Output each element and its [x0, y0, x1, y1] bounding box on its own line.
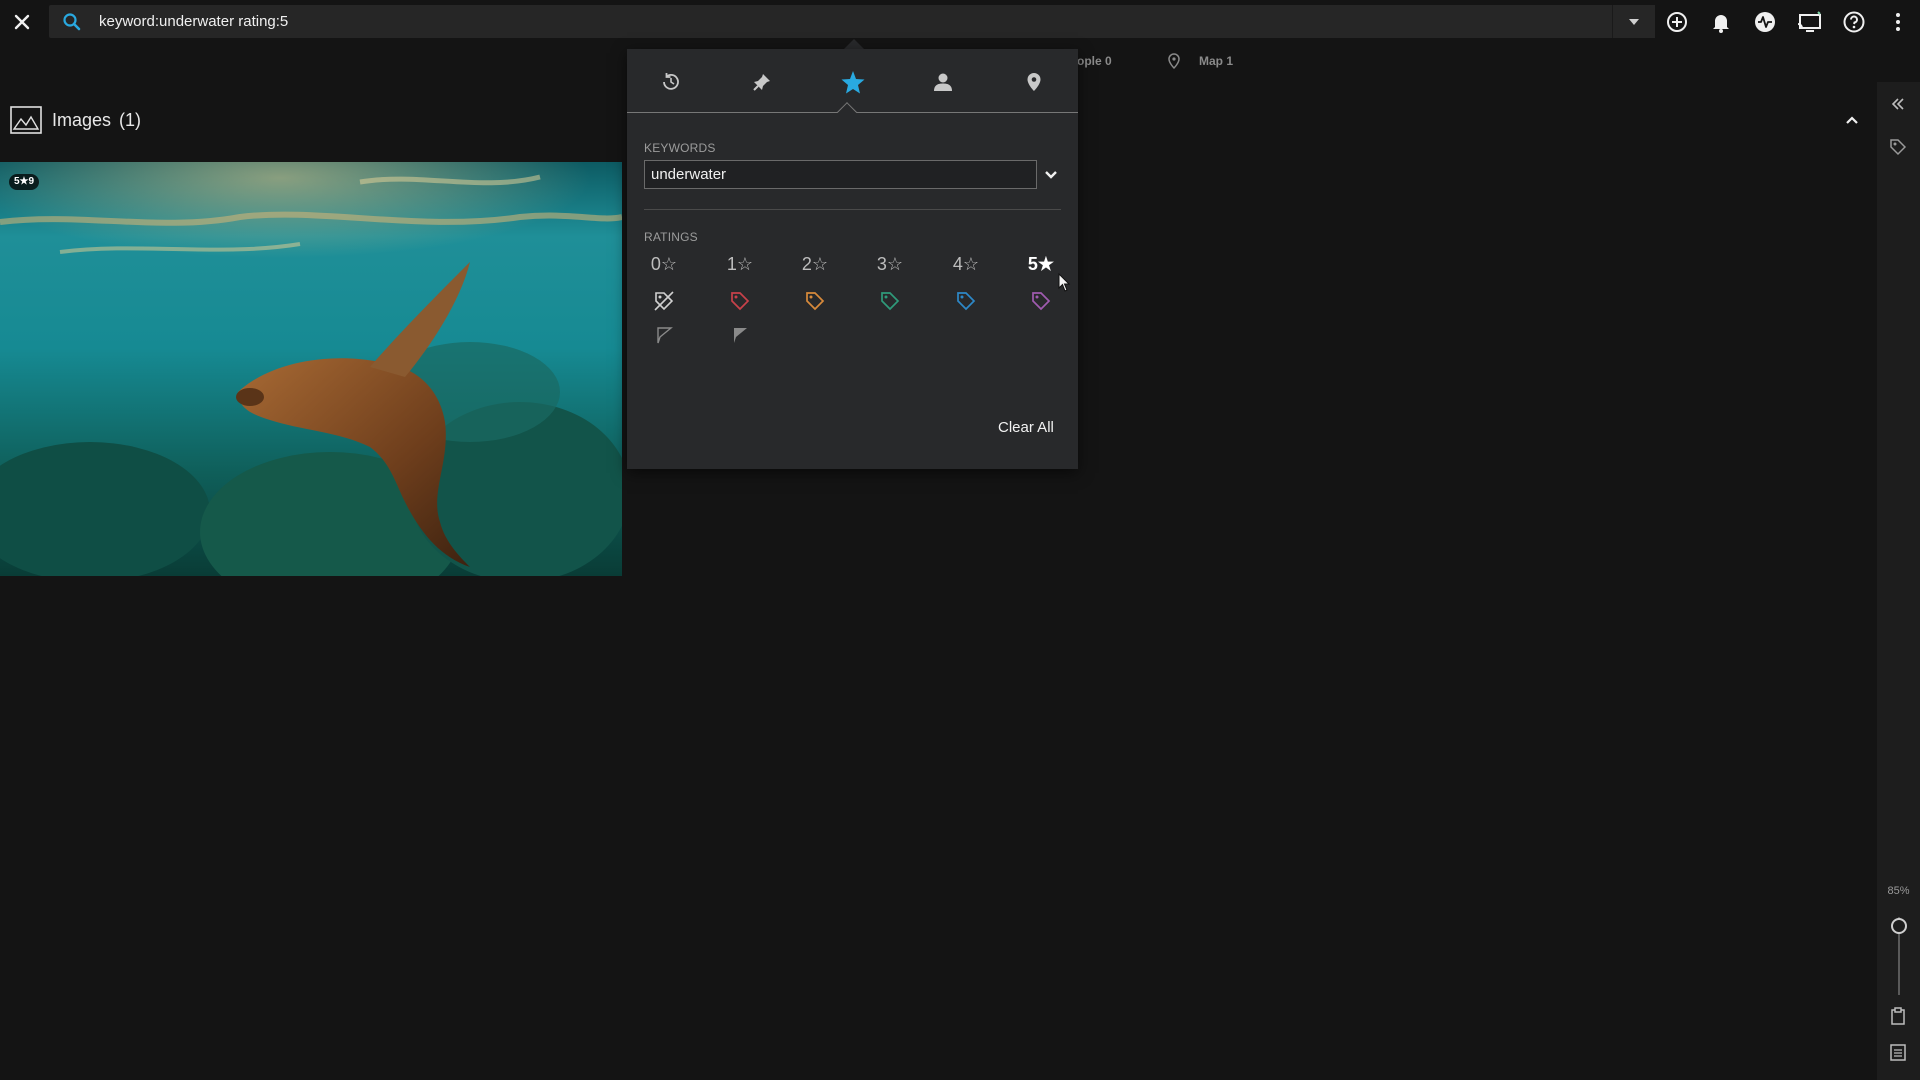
- clear-all-button[interactable]: Clear All: [998, 419, 1054, 436]
- image-thumbnail[interactable]: [0, 162, 622, 576]
- filter-tabs: [627, 49, 1078, 113]
- rating-0[interactable]: 0☆: [644, 254, 684, 278]
- rating-badge: 5★9: [9, 174, 40, 190]
- search-input[interactable]: [99, 5, 1599, 38]
- mouse-cursor-icon: [1058, 273, 1072, 293]
- keyword-field: [644, 160, 1037, 189]
- tab-ratings[interactable]: [835, 64, 871, 100]
- chevron-down-icon[interactable]: [1041, 165, 1061, 185]
- search-filter-popover: KEYWORDS RATINGS 0☆ 1☆ 2☆ 3☆ 4☆ 5★ Clear…: [627, 49, 1078, 469]
- blue-tag-icon[interactable]: [955, 290, 977, 312]
- pin-icon: [753, 74, 770, 91]
- chevron-up-icon[interactable]: [1842, 110, 1862, 130]
- cast-display-icon[interactable]: [1797, 10, 1821, 34]
- person-icon: [934, 73, 952, 91]
- red-tag-icon[interactable]: [729, 290, 751, 312]
- sea-lion-photo: [0, 162, 622, 576]
- people-tab[interactable]: ople 0: [1077, 54, 1112, 68]
- clipboard-icon[interactable]: [1888, 1006, 1908, 1026]
- map-tab[interactable]: Map 1: [1199, 54, 1233, 68]
- list-details-icon[interactable]: [1888, 1042, 1908, 1062]
- zoom-level: 85%: [1887, 885, 1910, 897]
- orange-tag-icon[interactable]: [804, 290, 826, 312]
- tab-people[interactable]: [925, 64, 961, 100]
- rating-4[interactable]: 4☆: [946, 254, 986, 278]
- green-tag-icon[interactable]: [879, 290, 901, 312]
- help-icon[interactable]: [1842, 10, 1866, 34]
- close-icon[interactable]: [10, 10, 34, 34]
- activity-icon[interactable]: [1753, 10, 1777, 34]
- images-label: Images: [52, 109, 112, 130]
- search-icon: [62, 12, 82, 32]
- no-tag-icon[interactable]: [653, 290, 675, 312]
- tab-pinned[interactable]: [744, 64, 780, 100]
- rating-3[interactable]: 3☆: [870, 254, 910, 278]
- expand-panel-icon[interactable]: [1888, 94, 1908, 114]
- top-bar: [0, 0, 1920, 43]
- image-gallery-icon: [10, 106, 42, 134]
- keywords-label: KEYWORDS: [644, 141, 716, 155]
- map-pin-icon: [1165, 52, 1183, 70]
- divider: [644, 209, 1061, 210]
- history-icon: [663, 73, 679, 90]
- rating-2[interactable]: 2☆: [795, 254, 835, 278]
- images-section-header: Images (1): [10, 106, 141, 134]
- search-history-dropdown[interactable]: [1612, 5, 1655, 38]
- more-vertical-icon[interactable]: [1886, 10, 1910, 34]
- ratings-label: RATINGS: [644, 230, 698, 244]
- images-count: (1): [119, 109, 142, 130]
- zoom-slider-handle[interactable]: [1891, 918, 1907, 934]
- tab-history[interactable]: [653, 64, 689, 100]
- unflagged-icon[interactable]: [654, 325, 674, 345]
- bell-icon[interactable]: [1709, 10, 1733, 34]
- rating-1[interactable]: 1☆: [720, 254, 760, 278]
- purple-tag-icon[interactable]: [1030, 290, 1052, 312]
- location-pin-icon: [1027, 73, 1041, 91]
- keyword-input[interactable]: [645, 161, 1036, 188]
- search-box: [49, 5, 1635, 38]
- star-icon: [841, 71, 865, 94]
- right-sidebar: 85%: [1877, 82, 1920, 1080]
- rating-5[interactable]: 5★: [1021, 254, 1061, 278]
- flagged-icon[interactable]: [730, 325, 750, 345]
- tab-location[interactable]: [1016, 64, 1052, 100]
- tag-icon[interactable]: [1888, 137, 1908, 157]
- caret-down-icon: [1629, 18, 1639, 25]
- add-icon[interactable]: [1665, 10, 1689, 34]
